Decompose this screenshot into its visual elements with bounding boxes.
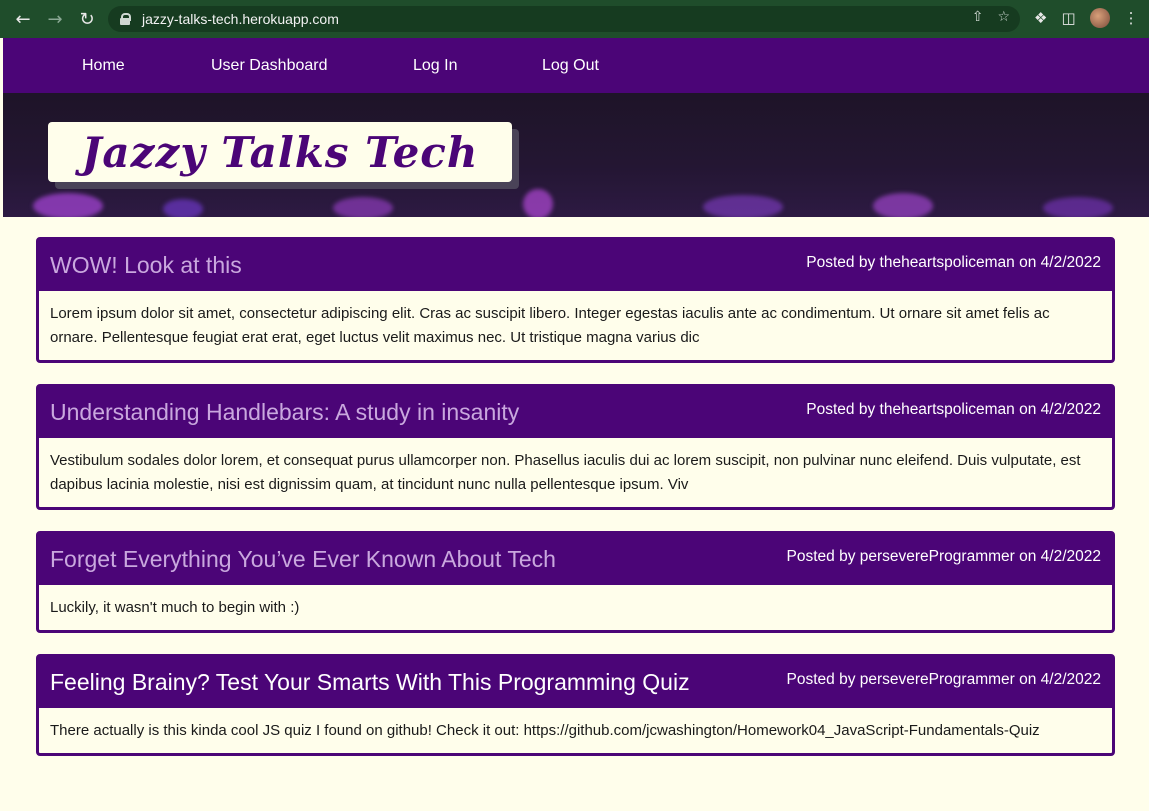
post-header: WOW! Look at this Posted by theheartspol… <box>39 240 1112 291</box>
post-card[interactable]: Forget Everything You’ve Ever Known Abou… <box>36 531 1115 633</box>
share-icon[interactable]: ⇧ <box>972 9 984 25</box>
hero-glow <box>1043 197 1113 217</box>
side-panel-icon[interactable]: ◫ <box>1061 9 1075 27</box>
post-body: There actually is this kinda cool JS qui… <box>50 722 1040 739</box>
nav-logout-link[interactable]: Log Out <box>542 57 599 75</box>
lock-icon <box>120 13 131 25</box>
site-navbar: Home User Dashboard Log In Log Out <box>3 38 1149 93</box>
post-header: Feeling Brainy? Test Your Smarts With Th… <box>39 657 1112 708</box>
forward-arrow-icon[interactable]: → <box>44 8 66 30</box>
post-meta: Posted by theheartspoliceman on 4/2/2022 <box>806 254 1101 271</box>
bookmark-star-icon[interactable]: ☆ <box>997 9 1010 25</box>
nav-home-link[interactable]: Home <box>82 57 125 75</box>
post-body: Lorem ipsum dolor sit amet, consectetur … <box>50 305 1050 346</box>
reload-icon[interactable]: ↻ <box>76 8 98 30</box>
hero-glow <box>873 193 933 217</box>
post-card[interactable]: Feeling Brainy? Test Your Smarts With Th… <box>36 654 1115 756</box>
post-meta: Posted by theheartspoliceman on 4/2/2022 <box>806 401 1101 418</box>
post-header: Forget Everything You’ve Ever Known Abou… <box>39 534 1112 585</box>
browser-toolbar: ← → ↻ jazzy-talks-tech.herokuapp.com ⇧ ☆… <box>0 0 1149 38</box>
profile-avatar[interactable] <box>1089 8 1110 28</box>
nav-user-dashboard-link[interactable]: User Dashboard <box>211 57 328 75</box>
post-meta: Posted by perseverеProgrammer on 4/2/202… <box>786 548 1101 565</box>
hero-glow <box>33 193 103 217</box>
nav-login-link[interactable]: Log In <box>413 57 457 75</box>
site-logo-text: Jazzy Talks Tech <box>81 127 479 177</box>
site-logo[interactable]: Jazzy Talks Tech <box>48 122 512 182</box>
back-arrow-icon[interactable]: ← <box>12 8 34 30</box>
post-title[interactable]: Forget Everything You’ve Ever Known Abou… <box>50 546 556 573</box>
post-body: Vestibulum sodales dolor lorem, et conse… <box>50 452 1081 493</box>
extensions-puzzle-icon[interactable]: ❖ <box>1034 9 1047 27</box>
url-text[interactable]: jazzy-talks-tech.herokuapp.com <box>142 11 339 27</box>
post-meta: Posted by perseverеProgrammer on 4/2/202… <box>786 671 1101 688</box>
hero-glow <box>523 189 553 217</box>
post-title[interactable]: Understanding Handlebars: A study in ins… <box>50 399 519 426</box>
hero-glow <box>163 199 203 217</box>
post-card[interactable]: Understanding Handlebars: A study in ins… <box>36 384 1115 510</box>
post-card[interactable]: WOW! Look at this Posted by theheartspol… <box>36 237 1115 363</box>
post-header: Understanding Handlebars: A study in ins… <box>39 387 1112 438</box>
address-bar[interactable]: jazzy-talks-tech.herokuapp.com ⇧ ☆ <box>108 6 1020 32</box>
post-title[interactable]: Feeling Brainy? Test Your Smarts With Th… <box>50 669 690 696</box>
hero-glow <box>333 197 393 217</box>
hero-glow <box>703 195 783 217</box>
hero-banner: Jazzy Talks Tech <box>3 93 1149 217</box>
post-title[interactable]: WOW! Look at this <box>50 252 242 279</box>
kebab-menu-icon[interactable]: ⋮ <box>1124 9 1139 27</box>
post-body: Luckily, it wasn't much to begin with :) <box>50 599 300 616</box>
